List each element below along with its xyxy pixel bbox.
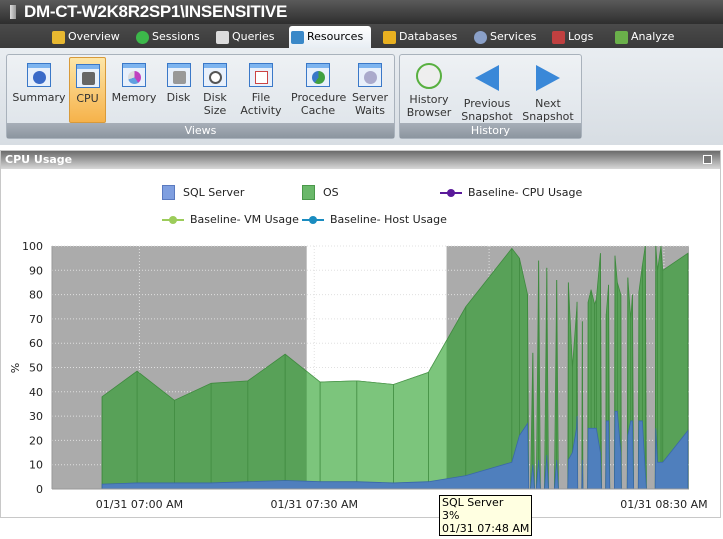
x-tick-label: 01/31 08:30 AM — [620, 498, 707, 511]
y-tick-label: 10 — [29, 459, 43, 472]
tooltip-time: 01/31 07:48 AM — [442, 522, 530, 535]
y-tick-label: 50 — [29, 362, 43, 375]
y-axis-label: % — [9, 363, 22, 373]
y-tick-label: 30 — [29, 410, 43, 423]
tooltip-series: SQL Server — [442, 496, 504, 509]
y-tick-label: 60 — [29, 337, 43, 350]
y-tick-label: 0 — [36, 483, 43, 496]
y-tick-label: 80 — [29, 289, 43, 302]
y-tick-label: 100 — [22, 240, 43, 253]
chart-tooltip: SQL Server 3% 01/31 07:48 AM — [439, 495, 533, 536]
x-tick-label: 01/31 07:00 AM — [96, 498, 183, 511]
cpu-usage-chart[interactable]: 0 10 20 30 40 50 60 70 80 90 100 01/31 07:00 AM 01/3… — [0, 0, 723, 539]
y-tick-label: 40 — [29, 386, 43, 399]
x-tick-label: 01/31 07:30 AM — [271, 498, 358, 511]
y-tick-label: 20 — [29, 434, 43, 447]
tooltip-value: 3% — [442, 509, 460, 522]
y-tick-label: 70 — [29, 313, 43, 326]
y-tick-label: 90 — [29, 264, 43, 277]
